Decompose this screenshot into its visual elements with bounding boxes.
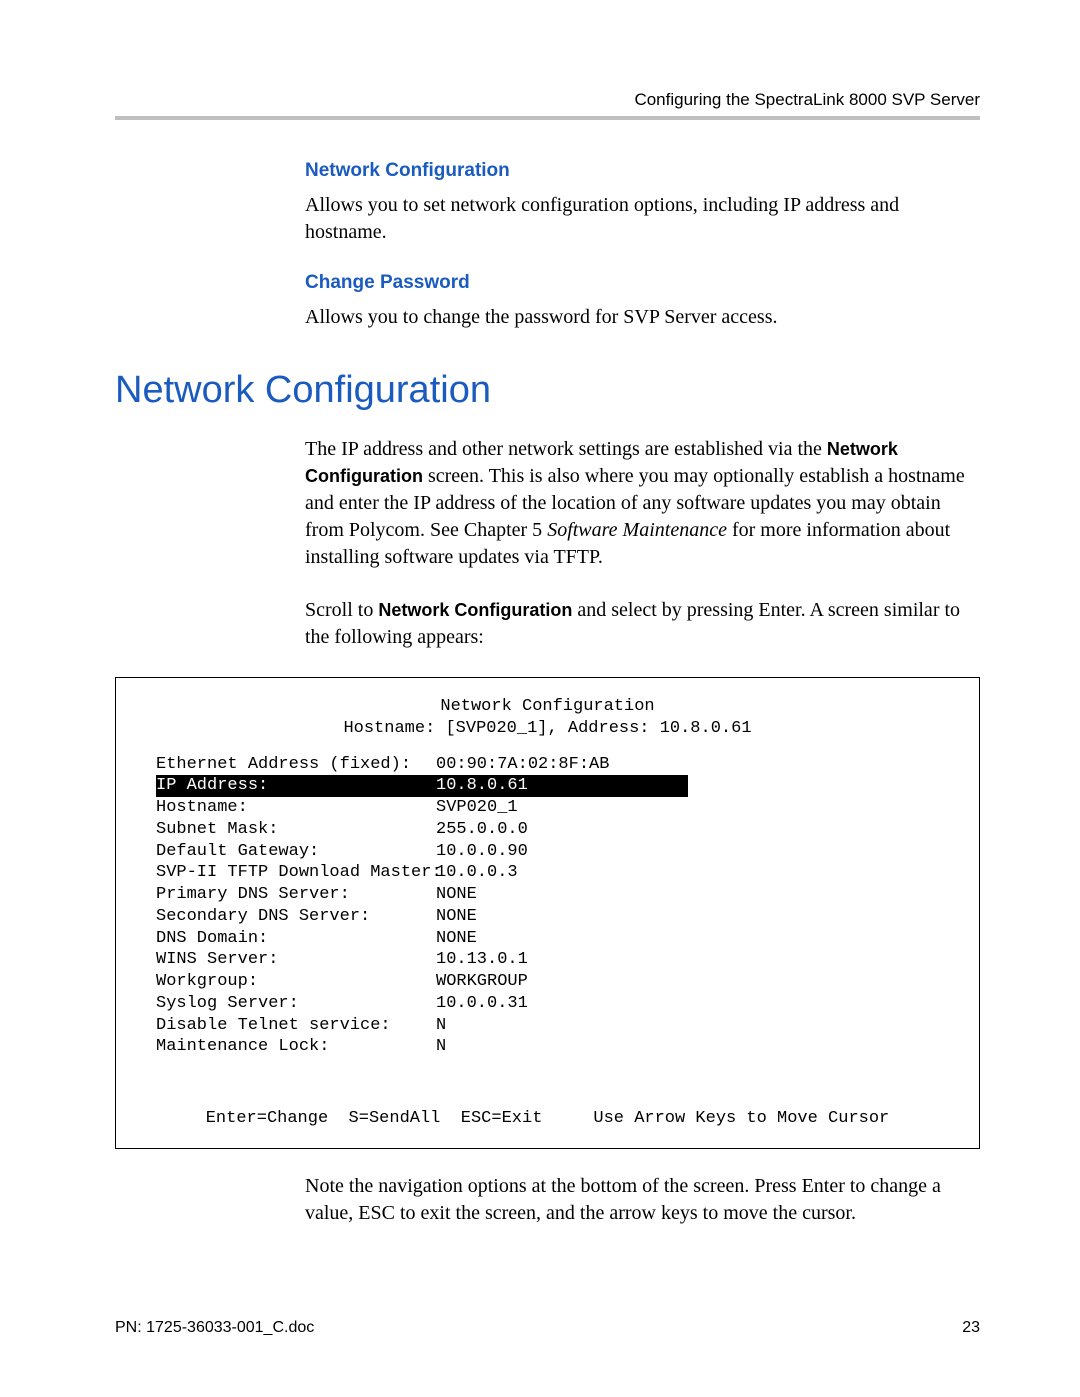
footer-left: PN: 1725-36033-001_C.doc <box>115 1319 314 1337</box>
terminal-value: N <box>436 1015 446 1037</box>
p1-italic: Software Maintenance <box>547 519 727 541</box>
terminal-screenshot: Network Configuration Hostname: [SVP020_… <box>115 677 980 1149</box>
terminal-value: N <box>436 1036 446 1058</box>
terminal-label: Hostname: <box>156 797 436 819</box>
terminal-value: WORKGROUP <box>436 971 528 993</box>
terminal-row: Ethernet Address (fixed):00:90:7A:02:8F:… <box>156 754 939 776</box>
page: Configuring the SpectraLink 8000 SVP Ser… <box>0 0 1080 1397</box>
terminal-value: NONE <box>436 906 477 928</box>
terminal-label: Primary DNS Server: <box>156 884 436 906</box>
p2-pre: Scroll to <box>305 599 378 621</box>
page-header-right: Configuring the SpectraLink 8000 SVP Ser… <box>115 90 980 110</box>
section-network-config: Network Configuration Allows you to set … <box>305 160 970 331</box>
main-title: Network Configuration <box>115 369 980 412</box>
terminal-row: Primary DNS Server:NONE <box>156 884 939 906</box>
terminal-value: NONE <box>436 928 477 950</box>
terminal-subtitle: Hostname: [SVP020_1], Address: 10.8.0.61 <box>156 718 939 740</box>
terminal-label: DNS Domain: <box>156 928 436 950</box>
paragraph-1: The IP address and other network setting… <box>305 436 970 571</box>
header-rule <box>115 116 980 120</box>
main-content: The IP address and other network setting… <box>305 436 970 651</box>
terminal-label: SVP-II TFTP Download Master: <box>156 862 436 884</box>
terminal-value: 10.0.0.3 <box>436 862 518 884</box>
terminal-rows: Ethernet Address (fixed):00:90:7A:02:8F:… <box>156 754 939 1059</box>
terminal-row: Disable Telnet service:N <box>156 1015 939 1037</box>
terminal-row: WINS Server:10.13.0.1 <box>156 949 939 971</box>
terminal-value: 00:90:7A:02:8F:AB <box>436 754 609 776</box>
terminal-label: Default Gateway: <box>156 841 436 863</box>
terminal-title: Network Configuration <box>156 696 939 718</box>
terminal-label: Disable Telnet service: <box>156 1015 436 1037</box>
body-change-password: Allows you to change the password for SV… <box>305 304 970 331</box>
terminal-row: Secondary DNS Server:NONE <box>156 906 939 928</box>
terminal-row: Syslog Server:10.0.0.31 <box>156 993 939 1015</box>
terminal-value: 10.8.0.61 <box>436 775 528 797</box>
terminal-value: SVP020_1 <box>436 797 518 819</box>
footer-page-number: 23 <box>962 1319 980 1337</box>
terminal-value: 10.0.0.90 <box>436 841 528 863</box>
terminal-row: Subnet Mask:255.0.0.0 <box>156 819 939 841</box>
terminal-row: Hostname:SVP020_1 <box>156 797 939 819</box>
terminal-label: Subnet Mask: <box>156 819 436 841</box>
terminal-footer: Enter=Change S=SendAll ESC=Exit Use Arro… <box>156 1108 939 1130</box>
terminal-value: NONE <box>436 884 477 906</box>
p1-pre: The IP address and other network setting… <box>305 438 827 460</box>
terminal-label: Maintenance Lock: <box>156 1036 436 1058</box>
p2-bold: Network Configuration <box>378 600 572 620</box>
terminal-value: 10.0.0.31 <box>436 993 528 1015</box>
paragraph-3: Note the navigation options at the botto… <box>305 1173 970 1227</box>
terminal-label: Ethernet Address (fixed): <box>156 754 436 776</box>
terminal-row-highlight: IP Address:10.8.0.61 <box>156 775 688 797</box>
terminal-value: 255.0.0.0 <box>436 819 528 841</box>
terminal-row: Maintenance Lock:N <box>156 1036 939 1058</box>
terminal-row: SVP-II TFTP Download Master:10.0.0.3 <box>156 862 939 884</box>
terminal-row: Workgroup:WORKGROUP <box>156 971 939 993</box>
terminal-row: DNS Domain:NONE <box>156 928 939 950</box>
body-network-config: Allows you to set network configuration … <box>305 192 970 246</box>
terminal-row: Default Gateway:10.0.0.90 <box>156 841 939 863</box>
terminal-label: Syslog Server: <box>156 993 436 1015</box>
terminal-label: WINS Server: <box>156 949 436 971</box>
page-footer: PN: 1725-36033-001_C.doc 23 <box>115 1319 980 1337</box>
terminal-value: 10.13.0.1 <box>436 949 528 971</box>
terminal-label: Secondary DNS Server: <box>156 906 436 928</box>
after-terminal: Note the navigation options at the botto… <box>305 1173 970 1227</box>
terminal-label: IP Address: <box>156 775 436 797</box>
paragraph-2: Scroll to Network Configuration and sele… <box>305 597 970 651</box>
terminal-label: Workgroup: <box>156 971 436 993</box>
subheading-network-config: Network Configuration <box>305 160 970 182</box>
subheading-change-password: Change Password <box>305 272 970 294</box>
